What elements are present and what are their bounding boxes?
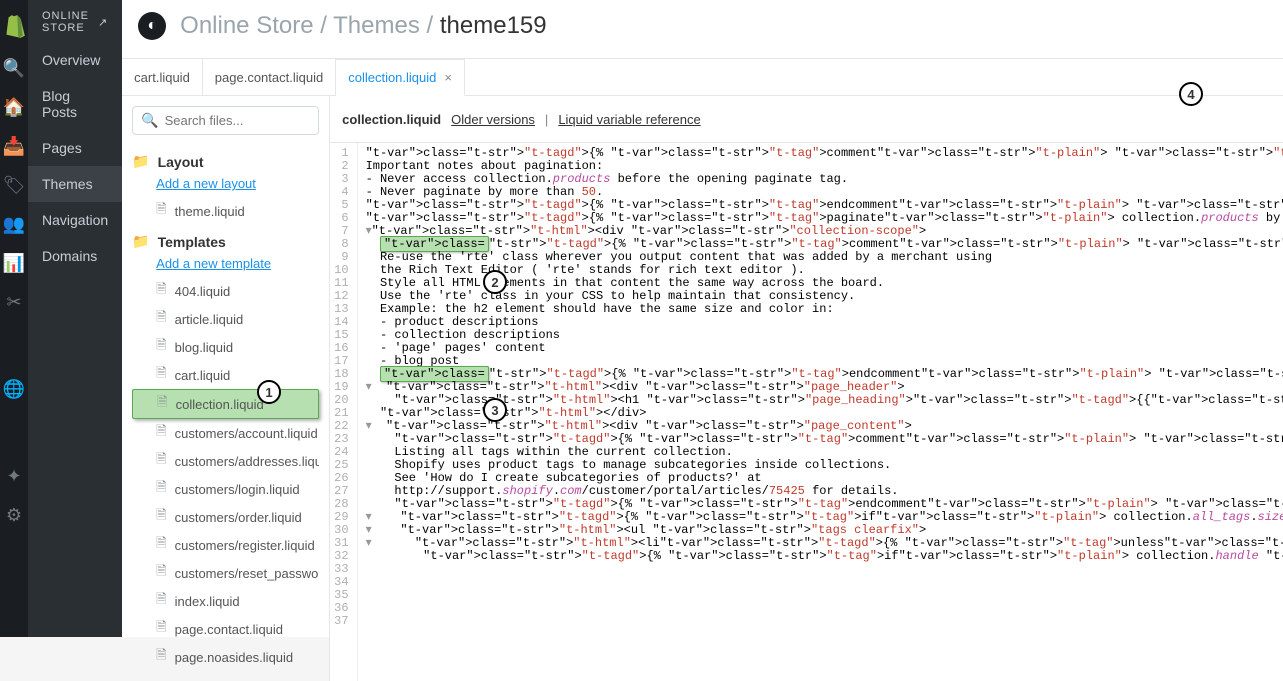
orders-icon[interactable]: 📥 [3, 136, 25, 157]
crumb-store[interactable]: Online Store [180, 12, 313, 39]
shopify-logo-icon [0, 12, 28, 40]
file-icon: 🗎 [156, 534, 166, 556]
file-cart-liquid[interactable]: 🗎cart.liquid [132, 361, 319, 389]
folder-icon: 📁 [132, 233, 149, 250]
file-404-liquid[interactable]: 🗎404.liquid [132, 277, 319, 305]
file-icon: 🗎 [156, 280, 166, 302]
file-search[interactable]: 🔍 [132, 106, 319, 135]
tab-cart-liquid[interactable]: cart.liquid [122, 59, 203, 95]
editor-filename: collection.liquid [342, 112, 441, 127]
theme-icon: ◐ [138, 12, 166, 40]
file-icon: 🗎 [156, 562, 166, 584]
file-page-noasides-liquid[interactable]: 🗎page.noasides.liquid [132, 643, 319, 671]
liquid-reference-link[interactable]: Liquid variable reference [558, 112, 700, 127]
file-group-layout: 📁Layout [132, 153, 319, 170]
callout-1: 1 [257, 380, 281, 404]
sidebar-item-domains[interactable]: Domains [28, 238, 122, 274]
file-customers-account-liquid[interactable]: 🗎customers/account.liquid [132, 419, 319, 447]
reports-icon[interactable]: 📊 [3, 253, 25, 274]
file-icon: 🗎 [156, 506, 166, 528]
settings-icon[interactable]: ⚙ [6, 505, 22, 526]
file-customers-login-liquid[interactable]: 🗎customers/login.liquid [132, 475, 319, 503]
sidebar-header: ONLINE STORE ↗ [28, 0, 122, 42]
sidebar-item-themes[interactable]: Themes [28, 166, 122, 202]
tab-collection-liquid[interactable]: collection.liquid× [336, 59, 465, 96]
file-panel: 🔍 📁Layout Add a new layout 🗎theme.liquid 📁T… [122, 96, 330, 681]
editor-tabs: cart.liquidpage.contact.liquidcollection… [122, 59, 1283, 96]
close-icon[interactable]: × [444, 70, 452, 85]
callout-3: 3 [483, 398, 507, 422]
file-icon: 🗎 [156, 450, 166, 472]
file-icon: 🗎 [156, 364, 166, 386]
add-layout-link[interactable]: Add a new layout [156, 176, 319, 191]
sidebar-item-blog-posts[interactable]: Blog Posts [28, 78, 122, 130]
main: ◐ Online Store / Themes / theme159 Custo… [122, 0, 1283, 637]
sidebar-item-pages[interactable]: Pages [28, 130, 122, 166]
file-icon: 🗎 [157, 393, 167, 415]
file-icon: 🗎 [156, 336, 166, 358]
file-icon: 🗎 [156, 308, 166, 330]
tab-page-contact-liquid[interactable]: page.contact.liquid [203, 59, 336, 95]
crumb-current: theme159 [440, 12, 547, 39]
search-input[interactable] [165, 113, 311, 128]
file-page-contact-liquid[interactable]: 🗎page.contact.liquid [132, 615, 319, 643]
file-article-liquid[interactable]: 🗎article.liquid [132, 305, 319, 333]
line-gutter: 1234567891011121314151617181920212223242… [330, 143, 357, 681]
sidebar-item-navigation[interactable]: Navigation [28, 202, 122, 238]
breadcrumb-bar: ◐ Online Store / Themes / theme159 Custo… [122, 0, 1283, 58]
file-icon: 🗎 [156, 590, 166, 612]
older-versions-link[interactable]: Older versions [451, 112, 535, 127]
crumb-themes[interactable]: Themes [333, 12, 420, 39]
tag-icon[interactable]: 🏷 [3, 175, 26, 196]
file-theme-liquid[interactable]: 🗎theme.liquid [132, 197, 319, 225]
add-templates-link[interactable]: Add a new template [156, 256, 319, 271]
callout-2: 2 [483, 270, 507, 294]
file-icon: 🗎 [156, 422, 166, 444]
sidebar-item-overview[interactable]: Overview [28, 42, 122, 78]
file-customers-reset_password-liquid[interactable]: 🗎customers/reset_password.liquid [132, 559, 319, 587]
apps-icon[interactable]: ✦ [6, 466, 21, 487]
file-group-templates: 📁Templates [132, 233, 319, 250]
customers-icon[interactable]: 👥 [3, 214, 25, 235]
sidebar-title: ONLINE STORE [42, 10, 98, 34]
home-icon[interactable]: 🏠 [3, 97, 25, 118]
file-customers-register-liquid[interactable]: 🗎customers/register.liquid [132, 531, 319, 559]
file-collection-liquid[interactable]: 🗎collection.liquid [132, 389, 319, 419]
file-icon: 🗎 [156, 646, 166, 668]
file-customers-addresses-liquid[interactable]: 🗎customers/addresses.liquid [132, 447, 319, 475]
folder-icon: 📁 [132, 153, 149, 170]
search-icon[interactable]: 🔍 [3, 58, 25, 79]
breadcrumb: Online Store / Themes / theme159 [180, 12, 546, 40]
online-store-icon[interactable]: 🌐 [3, 379, 25, 400]
discounts-icon[interactable]: ✂ [6, 292, 21, 313]
icon-rail: 🔍 🏠 📥 🏷 👥 📊 ✂ 🌐 ✦ ⚙ [0, 0, 28, 637]
file-blog-liquid[interactable]: 🗎blog.liquid [132, 333, 319, 361]
file-index-liquid[interactable]: 🗎index.liquid [132, 587, 319, 615]
callout-4: 4 [1179, 82, 1203, 106]
code-editor: collection.liquid Older versions | Liqui… [330, 96, 1283, 681]
file-icon: 🗎 [156, 200, 166, 222]
file-customers-order-liquid[interactable]: 🗎customers/order.liquid [132, 503, 319, 531]
sidebar: ONLINE STORE ↗ OverviewBlog PostsPagesTh… [28, 0, 122, 637]
search-icon: 🔍 [141, 112, 158, 129]
file-icon: 🗎 [156, 478, 166, 500]
external-link-icon[interactable]: ↗ [98, 16, 108, 29]
